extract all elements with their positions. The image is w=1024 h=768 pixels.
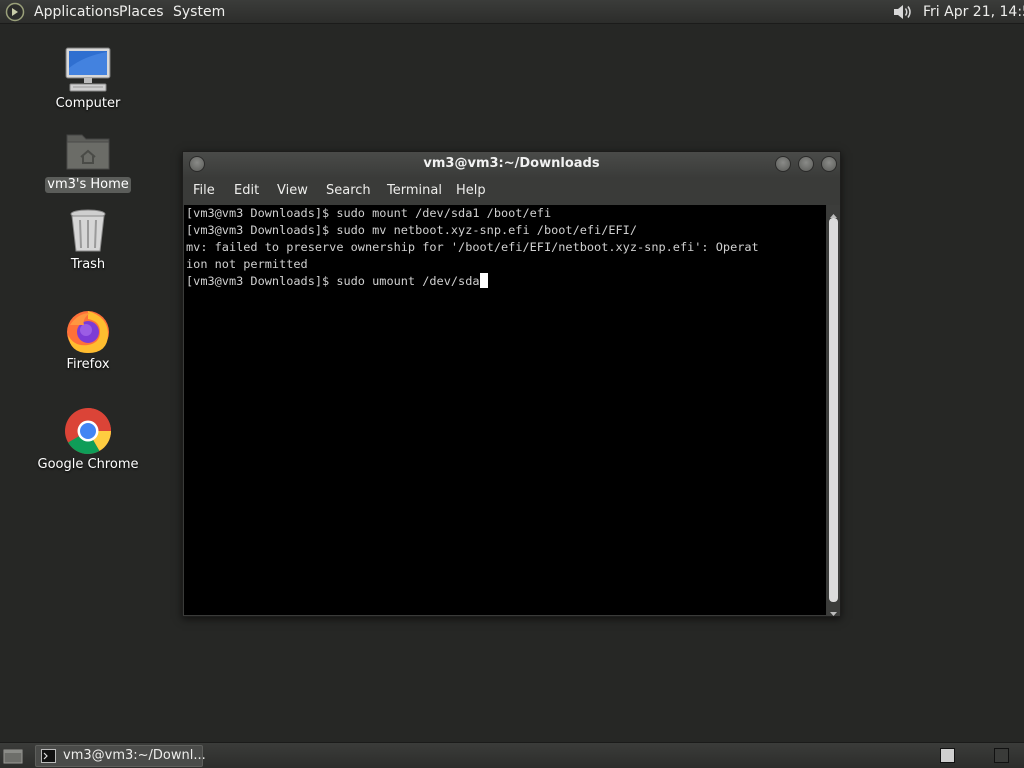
- terminal-menubar: File Edit View Search Terminal Help: [183, 178, 840, 204]
- menu-file[interactable]: File: [193, 183, 215, 198]
- menu-help[interactable]: Help: [456, 183, 486, 198]
- menu-view[interactable]: View: [277, 183, 308, 198]
- desktop-icon-label: Google Chrome: [37, 457, 139, 472]
- scroll-up-arrow-icon[interactable]: [828, 206, 839, 218]
- desktop-icon-computer[interactable]: Computer: [33, 46, 143, 112]
- desktop-icon-trash[interactable]: Trash: [33, 207, 143, 273]
- terminal-icon: [41, 749, 56, 763]
- terminal-window: vm3@vm3:~/Downloads File Edit View Searc…: [182, 151, 841, 617]
- window-title: vm3@vm3:~/Downloads: [423, 156, 600, 171]
- desktop-icon-label: Computer: [55, 96, 121, 111]
- taskbar-button-label: vm3@vm3:~/Downl...: [63, 748, 206, 763]
- gnome-foot-icon[interactable]: [5, 2, 25, 22]
- chrome-icon: [64, 407, 112, 455]
- taskbar-terminal-button[interactable]: vm3@vm3:~/Downl...: [35, 745, 206, 767]
- menu-applications[interactable]: Applications: [34, 3, 120, 21]
- top-panel: Applications Places System Fri Apr 21, 1…: [0, 0, 1024, 24]
- home-folder-icon: [64, 127, 112, 175]
- menu-edit[interactable]: Edit: [234, 183, 259, 198]
- terminal-prompt-line[interactable]: [vm3@vm3 Downloads]$ sudo umount /dev/sd…: [186, 273, 826, 290]
- menu-places[interactable]: Places: [119, 3, 164, 21]
- scroll-down-arrow-icon[interactable]: [828, 604, 839, 616]
- terminal-output[interactable]: [vm3@vm3 Downloads]$ sudo mount /dev/sda…: [184, 205, 826, 615]
- menu-terminal[interactable]: Terminal: [387, 183, 442, 198]
- bottom-panel: vm3@vm3:~/Downl...: [0, 742, 1024, 768]
- firefox-icon: [64, 307, 112, 355]
- desktop-icon-firefox[interactable]: Firefox: [33, 307, 143, 373]
- computer-icon: [64, 46, 112, 94]
- speaker-icon[interactable]: [890, 1, 914, 23]
- terminal-line: [vm3@vm3 Downloads]$ sudo mount /dev/sda…: [186, 206, 552, 220]
- workspace-2[interactable]: [994, 748, 1009, 763]
- desktop-icon-label: vm3's Home: [45, 177, 131, 193]
- terminal-line: mv: failed to preserve ownership for '/b…: [186, 240, 759, 254]
- window-titlebar[interactable]: vm3@vm3:~/Downloads: [183, 152, 840, 178]
- desktop-icon-chrome[interactable]: Google Chrome: [33, 407, 143, 473]
- menu-search[interactable]: Search: [326, 183, 371, 198]
- minimize-button[interactable]: [775, 156, 791, 172]
- show-desktop-icon[interactable]: [3, 747, 23, 765]
- desktop-icon-label: Firefox: [66, 357, 110, 372]
- terminal-current-input: [vm3@vm3 Downloads]$ sudo umount /dev/sd…: [186, 274, 480, 288]
- desktop-icon-home[interactable]: vm3's Home: [33, 127, 143, 193]
- menu-system[interactable]: System: [173, 3, 225, 21]
- scrollbar-thumb[interactable]: [829, 218, 838, 602]
- terminal-line: [vm3@vm3 Downloads]$ sudo mv netboot.xyz…: [186, 223, 638, 237]
- desktop-icon-label: Trash: [70, 257, 106, 272]
- clock[interactable]: Fri Apr 21, 14:58: [923, 3, 1024, 21]
- terminal-scrollbar[interactable]: [827, 205, 840, 616]
- text-cursor: [479, 273, 488, 288]
- close-button[interactable]: [821, 156, 837, 172]
- maximize-button[interactable]: [798, 156, 814, 172]
- workspace-1[interactable]: [940, 748, 955, 763]
- trash-icon: [64, 207, 112, 255]
- terminal-line: ion not permitted: [186, 257, 308, 271]
